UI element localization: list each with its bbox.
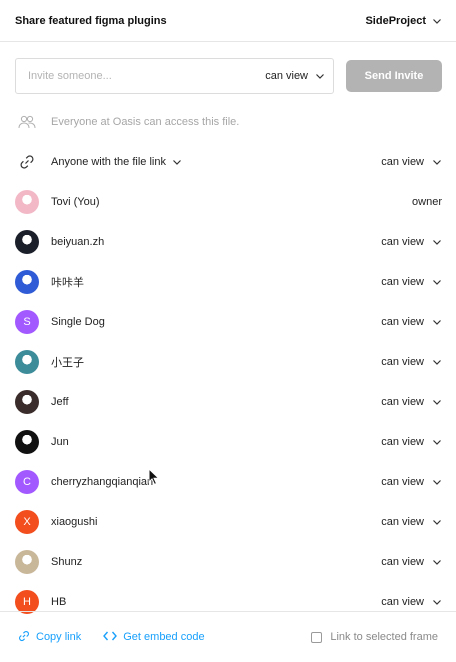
chevron-down-icon: [432, 437, 442, 447]
embed-code-label: Get embed code: [123, 631, 205, 643]
member-row: Jeff can view: [15, 390, 442, 414]
link-access-scope-select[interactable]: Anyone with the file link: [51, 156, 182, 168]
member-role-label: can view: [381, 556, 424, 568]
copy-link-button[interactable]: Copy link: [18, 630, 81, 645]
member-row: Xxiaogushi can view: [15, 510, 442, 534]
project-name: SideProject: [365, 14, 426, 27]
chevron-down-icon: [432, 16, 442, 26]
link-to-frame-label: Link to selected frame: [330, 631, 438, 643]
embed-code-button[interactable]: Get embed code: [103, 630, 205, 645]
link-to-frame-checkbox[interactable]: [311, 631, 323, 643]
member-row: Ccherryzhangqianqian can view: [15, 470, 442, 494]
member-role-label: can view: [381, 436, 424, 448]
send-invite-button[interactable]: Send Invite: [346, 60, 442, 92]
avatar: [15, 190, 39, 214]
member-role-label: can view: [381, 316, 424, 328]
member-name: HB: [51, 596, 67, 608]
link-to-frame-option: Link to selected frame: [311, 631, 438, 643]
member-name: Shunz: [51, 556, 83, 568]
avatar: C: [15, 470, 39, 494]
member-name: Tovi (You): [51, 196, 100, 208]
link-icon: [18, 630, 30, 645]
member-row: S Single Dog can view: [15, 310, 442, 334]
member-permission-select[interactable]: can view: [381, 316, 442, 328]
link-permission-select[interactable]: can view: [381, 156, 442, 168]
member-role-label: can view: [381, 356, 424, 368]
file-title: Share featured figma plugins: [15, 14, 167, 27]
member-permission-select[interactable]: can view: [381, 556, 442, 568]
link-permission-label: can view: [381, 156, 424, 168]
avatar: [15, 550, 39, 574]
chevron-down-icon: [432, 397, 442, 407]
invite-permission-label: can view: [265, 70, 308, 82]
member-name: Jun: [51, 436, 69, 448]
member-name: Jeff: [51, 396, 69, 408]
member-role-label: owner: [412, 196, 442, 208]
chevron-down-icon: [432, 357, 442, 367]
avatar: [15, 230, 39, 254]
invite-row: can view Send Invite: [15, 58, 442, 94]
member-role-label: can view: [381, 396, 424, 408]
chevron-down-icon: [172, 157, 182, 167]
chevron-down-icon: [432, 277, 442, 287]
member-name: Single Dog: [51, 316, 105, 328]
link-access-label: Anyone with the file link: [51, 156, 166, 168]
member-role: owner: [412, 196, 442, 208]
member-role-label: can view: [381, 236, 424, 248]
chevron-down-icon: [432, 477, 442, 487]
chevron-down-icon: [432, 597, 442, 607]
share-footer: Copy link Get embed code Link to selecte…: [0, 611, 456, 662]
link-access-row: Anyone with the file link can view: [15, 150, 442, 174]
member-role-label: can view: [381, 476, 424, 488]
chevron-down-icon: [432, 157, 442, 167]
member-name: cherryzhangqianqian: [51, 476, 154, 488]
chevron-down-icon: [315, 71, 325, 81]
member-name: xiaogushi: [51, 516, 98, 528]
member-permission-select[interactable]: can view: [381, 436, 442, 448]
member-row: 咔咔羊 can view: [15, 270, 442, 294]
avatar: [15, 430, 39, 454]
code-icon: [103, 630, 118, 645]
copy-link-label: Copy link: [36, 631, 82, 643]
avatar: [15, 270, 39, 294]
share-header: Share featured figma plugins SideProject: [0, 0, 456, 42]
member-name: 小王子: [51, 357, 84, 369]
member-permission-select[interactable]: can view: [381, 356, 442, 368]
project-selector[interactable]: SideProject: [365, 15, 442, 27]
member-role-label: can view: [381, 596, 424, 608]
mouse-cursor-icon: [148, 467, 160, 486]
member-role-label: can view: [381, 276, 424, 288]
member-permission-select[interactable]: can view: [381, 476, 442, 488]
avatar: [15, 390, 39, 414]
member-row: beiyuan.zh can view: [15, 230, 442, 254]
member-permission-select[interactable]: can view: [381, 236, 442, 248]
member-permission-select[interactable]: can view: [381, 516, 442, 528]
people-icon: [15, 110, 39, 134]
invite-permission-select[interactable]: can view: [265, 70, 325, 82]
team-access-row: Everyone at Oasis can access this file.: [15, 110, 442, 134]
chevron-down-icon: [432, 317, 442, 327]
member-row: Tovi (You) owner: [15, 190, 442, 214]
member-permission-select[interactable]: can view: [381, 276, 442, 288]
member-permission-select[interactable]: can view: [381, 396, 442, 408]
member-permission-select[interactable]: can view: [381, 596, 442, 608]
member-row: 小王子 can view: [15, 350, 442, 374]
member-role-label: can view: [381, 516, 424, 528]
team-access-text: Everyone at Oasis can access this file.: [51, 116, 240, 128]
member-row: Shunz can view: [15, 550, 442, 574]
chevron-down-icon: [432, 557, 442, 567]
chevron-down-icon: [432, 237, 442, 247]
member-name: beiyuan.zh: [51, 236, 105, 248]
avatar: S: [15, 310, 39, 334]
invite-input[interactable]: [28, 70, 228, 82]
avatar: [15, 350, 39, 374]
chevron-down-icon: [432, 517, 442, 527]
link-icon: [15, 150, 39, 174]
member-name: 咔咔羊: [51, 277, 84, 289]
avatar: X: [15, 510, 39, 534]
invite-box: can view: [15, 58, 334, 94]
member-row: Jun can view: [15, 430, 442, 454]
